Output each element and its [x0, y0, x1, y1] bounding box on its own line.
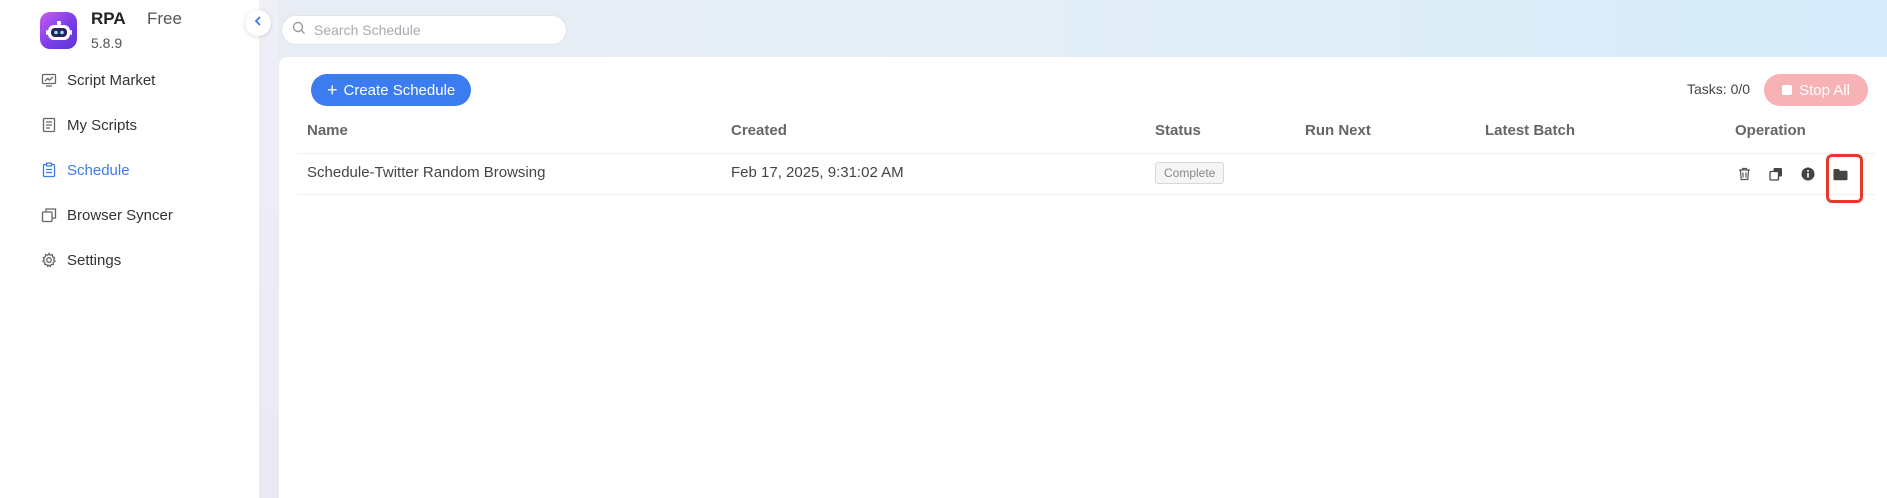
sidebar: RPA Free 5.8.9 Script Market My Scripts — [0, 0, 259, 498]
column-header-run-next: Run Next — [1305, 122, 1371, 139]
gear-icon — [40, 251, 58, 269]
folder-icon[interactable] — [1831, 165, 1849, 183]
search-icon — [292, 21, 306, 40]
column-header-created: Created — [731, 122, 787, 139]
sidebar-item-label: My Scripts — [67, 116, 138, 134]
sidebar-item-my-scripts[interactable]: My Scripts — [40, 110, 137, 140]
app-version: 5.8.9 — [91, 35, 123, 51]
sidebar-item-schedule[interactable]: Schedule — [40, 155, 130, 185]
column-header-name: Name — [307, 122, 348, 139]
sidebar-item-settings[interactable]: Settings — [40, 245, 121, 275]
sidebar-item-script-market[interactable]: Script Market — [40, 65, 155, 95]
clipboard-icon — [40, 161, 58, 179]
chevron-left-icon — [252, 14, 264, 32]
column-header-status: Status — [1155, 122, 1201, 139]
header-divider — [297, 153, 1875, 154]
column-header-operation: Operation — [1735, 122, 1806, 139]
tasks-count: Tasks: 0/0 — [1687, 81, 1751, 97]
app-logo-icon — [40, 12, 77, 49]
stop-all-button[interactable]: Stop All — [1764, 74, 1868, 106]
app-plan: Free — [147, 9, 182, 28]
monitor-icon — [40, 71, 58, 89]
main-panel: + Create Schedule Tasks: 0/0 Stop All Na… — [279, 57, 1887, 498]
app-name: RPA — [91, 9, 126, 28]
document-icon — [40, 116, 58, 134]
info-icon[interactable] — [1799, 165, 1817, 183]
row-divider — [297, 194, 1875, 195]
column-header-latest-batch: Latest Batch — [1485, 122, 1576, 139]
windows-icon — [40, 206, 58, 224]
schedule-name: Schedule-Twitter Random Browsing — [307, 164, 546, 181]
plus-icon: + — [327, 80, 338, 100]
stop-icon — [1782, 85, 1793, 95]
search-input[interactable] — [314, 22, 544, 38]
stop-all-label: Stop All — [1799, 81, 1850, 99]
sidebar-item-browser-syncer[interactable]: Browser Syncer — [40, 200, 173, 230]
sidebar-divider — [259, 0, 278, 498]
collapse-sidebar-button[interactable] — [245, 10, 271, 36]
create-schedule-label: Create Schedule — [343, 81, 456, 99]
sidebar-item-label: Schedule — [67, 161, 130, 179]
sidebar-item-label: Settings — [67, 251, 122, 269]
sidebar-item-label: Script Market — [67, 71, 156, 89]
status-badge: Complete — [1155, 162, 1225, 184]
trash-icon[interactable] — [1735, 165, 1753, 183]
sidebar-item-label: Browser Syncer — [67, 206, 173, 224]
copy-icon[interactable] — [1767, 165, 1785, 183]
create-schedule-button[interactable]: + Create Schedule — [311, 74, 472, 106]
search-box[interactable] — [281, 15, 567, 45]
schedule-created: Feb 17, 2025, 9:31:02 AM — [731, 164, 904, 181]
